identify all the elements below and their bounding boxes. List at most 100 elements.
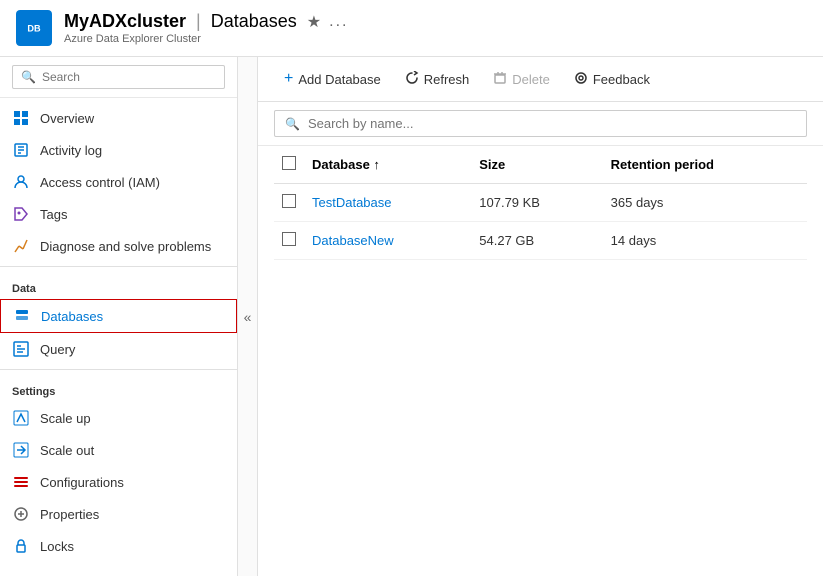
- app-icon: DB: [16, 10, 52, 46]
- sidebar-nav: Overview Activity log Access control (IA…: [0, 98, 237, 576]
- header-checkbox[interactable]: [282, 156, 296, 170]
- add-database-label: Add Database: [298, 72, 380, 87]
- database-size-cell: 54.27 GB: [471, 222, 602, 260]
- databases-icon: [13, 307, 31, 325]
- header-title-group: MyADXcluster | Databases ★ ... Azure Dat…: [64, 11, 348, 45]
- database-size-cell: 107.79 KB: [471, 184, 602, 222]
- content-search-icon: 🔍: [285, 117, 300, 131]
- sidebar: 🔍 Overview Activity log: [0, 57, 258, 576]
- feedback-button[interactable]: Feedback: [564, 66, 660, 93]
- databases-table: Database ↑ Size Retention period: [274, 146, 807, 260]
- sidebar-item-label: Properties: [40, 507, 99, 522]
- svg-text:DB: DB: [27, 24, 41, 34]
- query-icon: [12, 340, 30, 358]
- sidebar-item-label: Access control (IAM): [40, 175, 160, 190]
- feedback-label: Feedback: [593, 72, 650, 87]
- sidebar-item-label: Locks: [40, 539, 74, 554]
- sidebar-item-scale-out[interactable]: Scale out: [0, 434, 237, 466]
- sidebar-item-properties[interactable]: Properties: [0, 498, 237, 530]
- table-header-row: Database ↑ Size Retention period: [274, 146, 807, 184]
- sidebar-item-label: Diagnose and solve problems: [40, 239, 211, 254]
- diagnose-icon: [12, 237, 30, 255]
- properties-icon: [12, 505, 30, 523]
- activity-log-icon: [12, 141, 30, 159]
- overview-icon: [12, 109, 30, 127]
- database-link-1[interactable]: TestDatabase: [312, 195, 392, 210]
- sidebar-item-label: Query: [40, 342, 75, 357]
- scale-up-icon: [12, 409, 30, 427]
- sidebar-item-configurations[interactable]: Configurations: [0, 466, 237, 498]
- sidebar-collapse-button[interactable]: «: [237, 57, 257, 576]
- page-section-title: Databases: [211, 11, 297, 32]
- main-layout: 🔍 Overview Activity log: [0, 57, 823, 576]
- sidebar-search-box[interactable]: 🔍: [12, 65, 225, 89]
- database-name-cell: DatabaseNew: [304, 222, 471, 260]
- page-header: DB MyADXcluster | Databases ★ ... Azure …: [0, 0, 823, 57]
- content-search-area: 🔍: [258, 102, 823, 146]
- database-name-cell: TestDatabase: [304, 184, 471, 222]
- sidebar-item-label: Scale out: [40, 443, 94, 458]
- collapse-icon: «: [244, 309, 252, 325]
- sidebar-item-overview[interactable]: Overview: [0, 102, 237, 134]
- col-header-checkbox: [274, 146, 304, 184]
- sidebar-item-diagnose[interactable]: Diagnose and solve problems: [0, 230, 237, 262]
- sidebar-search-area: 🔍: [0, 57, 237, 98]
- toolbar: + Add Database Refresh Delete Feedback: [258, 57, 823, 102]
- sidebar-item-label: Databases: [41, 309, 103, 324]
- content-search-input[interactable]: [308, 116, 796, 131]
- delete-icon: [493, 71, 507, 88]
- content-search-box[interactable]: 🔍: [274, 110, 807, 137]
- col-header-retention[interactable]: Retention period: [603, 146, 807, 184]
- refresh-label: Refresh: [424, 72, 470, 87]
- refresh-icon: [405, 71, 419, 88]
- col-header-database[interactable]: Database ↑: [304, 146, 471, 184]
- table-row: DatabaseNew 54.27 GB 14 days: [274, 222, 807, 260]
- cluster-subtitle: Azure Data Explorer Cluster: [64, 33, 348, 45]
- sidebar-item-locks[interactable]: Locks: [0, 530, 237, 562]
- sidebar-item-label: Scale up: [40, 411, 91, 426]
- tags-icon: [12, 205, 30, 223]
- sidebar-inner: 🔍 Overview Activity log: [0, 57, 237, 576]
- content-area: + Add Database Refresh Delete Feedback: [258, 57, 823, 576]
- row-checkbox-cell: [274, 184, 304, 222]
- database-link-2[interactable]: DatabaseNew: [312, 233, 394, 248]
- scale-out-icon: [12, 441, 30, 459]
- sidebar-item-databases[interactable]: Databases: [0, 299, 237, 333]
- sidebar-item-scale-up[interactable]: Scale up: [0, 402, 237, 434]
- sidebar-section-settings: Settings: [0, 374, 237, 402]
- add-database-button[interactable]: + Add Database: [274, 65, 391, 93]
- header-divider: |: [196, 11, 201, 32]
- sidebar-item-tags[interactable]: Tags: [0, 198, 237, 230]
- row-checkbox-cell: [274, 222, 304, 260]
- iam-icon: [12, 173, 30, 191]
- favorite-star[interactable]: ★: [307, 12, 321, 32]
- cluster-name: MyADXcluster: [64, 11, 186, 32]
- feedback-icon: [574, 71, 588, 88]
- col-header-size[interactable]: Size: [471, 146, 602, 184]
- sidebar-item-label: Activity log: [40, 143, 102, 158]
- sidebar-item-label: Overview: [40, 111, 94, 126]
- sidebar-item-label: Tags: [40, 207, 67, 222]
- config-icon: [12, 473, 30, 491]
- sidebar-search-icon: 🔍: [21, 70, 36, 84]
- add-icon: +: [284, 70, 293, 88]
- sidebar-item-label: Configurations: [40, 475, 124, 490]
- sidebar-divider-data: [0, 266, 237, 267]
- locks-icon: [12, 537, 30, 555]
- sidebar-section-data: Data: [0, 271, 237, 299]
- delete-label: Delete: [512, 72, 550, 87]
- table-row: TestDatabase 107.79 KB 365 days: [274, 184, 807, 222]
- sidebar-item-activity-log[interactable]: Activity log: [0, 134, 237, 166]
- more-options-dots[interactable]: ...: [329, 13, 348, 31]
- row-checkbox-1[interactable]: [282, 194, 296, 208]
- database-retention-cell: 14 days: [603, 222, 807, 260]
- refresh-button[interactable]: Refresh: [395, 66, 480, 93]
- sidebar-search-input[interactable]: [42, 70, 216, 84]
- row-checkbox-2[interactable]: [282, 232, 296, 246]
- sidebar-divider-settings: [0, 369, 237, 370]
- delete-button[interactable]: Delete: [483, 66, 560, 93]
- sidebar-item-query[interactable]: Query: [0, 333, 237, 365]
- sidebar-item-iam[interactable]: Access control (IAM): [0, 166, 237, 198]
- databases-table-container: Database ↑ Size Retention period: [258, 146, 823, 576]
- database-retention-cell: 365 days: [603, 184, 807, 222]
